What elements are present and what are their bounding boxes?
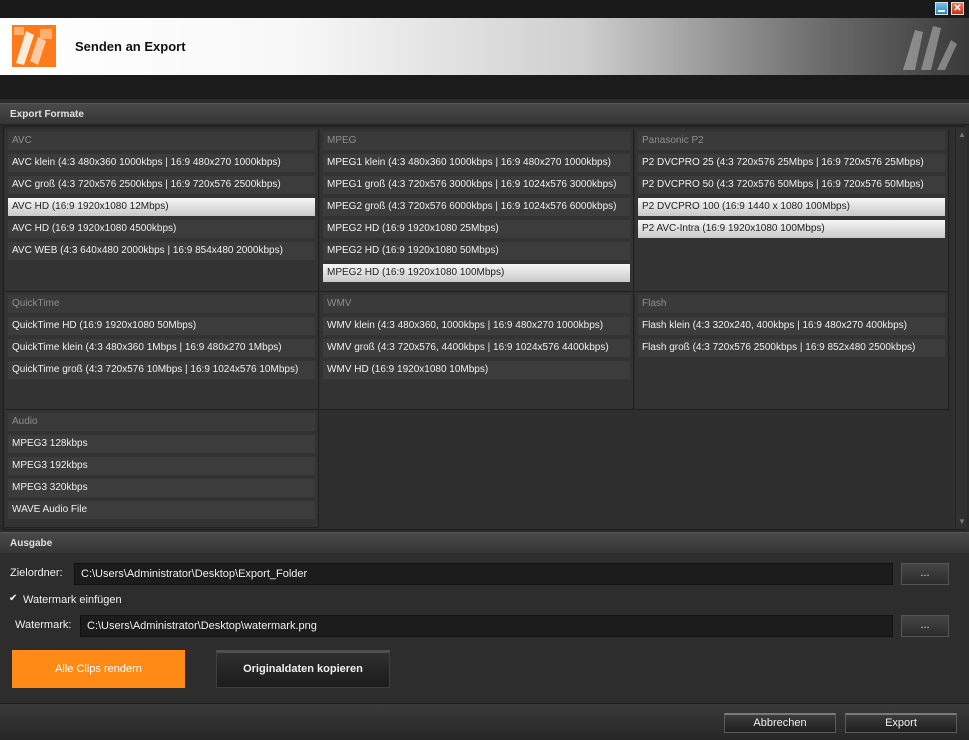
output-panel: Zielordner: C:\Users\Administrator\Deskt… [0,553,969,703]
format-item[interactable]: WMV HD (16:9 1920x1080 10Mbps) [323,361,630,379]
format-item[interactable]: Flash klein (4:3 320x240, 400kbps | 16:9… [638,317,945,335]
minimize-icon[interactable] [935,2,948,15]
format-item[interactable]: AVC klein (4:3 480x360 1000kbps | 16:9 4… [8,154,315,172]
group-mpeg: MPEG MPEG1 klein (4:3 480x360 1000kbps |… [320,129,634,292]
watermark-label: Watermark: [15,619,72,631]
app-logo-icon [12,25,56,67]
banner-decoration-icon [903,26,957,70]
format-item[interactable]: WMV klein (4:3 480x360, 1000kbps | 16:9 … [323,317,630,335]
group-header-avc: AVC [8,132,315,150]
format-item[interactable]: QuickTime HD (16:9 1920x1080 50Mbps) [8,317,315,335]
group-header-p2: Panasonic P2 [638,132,945,150]
header-banner: Senden an Export [0,18,969,75]
format-item[interactable]: WMV groß (4:3 720x576, 4400kbps | 16:9 1… [323,339,630,357]
formats-scrollbar[interactable]: ▲ ▼ [955,127,967,529]
group-quicktime: QuickTime QuickTime HD (16:9 1920x1080 5… [5,292,319,410]
format-item[interactable]: MPEG1 klein (4:3 480x360 1000kbps | 16:9… [323,154,630,172]
watermark-checkbox-label[interactable]: Watermark einfügen [23,594,122,606]
format-item[interactable]: MPEG3 320kbps [8,479,315,497]
group-header-wmv: WMV [323,295,630,313]
format-item[interactable]: QuickTime klein (4:3 480x360 1Mbps | 16:… [8,339,315,357]
target-folder-label: Zielordner: [10,567,63,579]
checkbox-icon[interactable]: ✔ [9,594,20,605]
scroll-down-icon[interactable]: ▼ [958,517,966,526]
group-panasonic-p2: Panasonic P2 P2 DVCPRO 25 (4:3 720x576 2… [635,129,949,292]
format-item[interactable]: MPEG2 HD (16:9 1920x1080 100Mbps) [323,264,630,282]
format-item[interactable]: MPEG2 groß (4:3 720x576 6000kbps | 16:9 … [323,198,630,216]
dialog-footer: Abbrechen Export [0,703,969,740]
export-button[interactable]: Export [845,713,957,733]
format-item[interactable]: P2 DVCPRO 100 (16:9 1440 x 1080 100Mbps) [638,198,945,216]
format-item[interactable]: P2 DVCPRO 25 (4:3 720x576 25Mbps | 16:9 … [638,154,945,172]
cancel-button[interactable]: Abbrechen [724,713,836,733]
window-title: Senden an Export [75,39,186,54]
title-bar: ✕ [0,0,969,18]
format-item[interactable]: WAVE Audio File [8,501,315,519]
copy-original-data-button[interactable]: Originaldaten kopieren [216,650,390,688]
format-item[interactable]: MPEG3 128kbps [8,435,315,453]
output-header: Ausgabe [0,532,969,554]
scroll-up-icon[interactable]: ▲ [958,130,966,139]
watermark-input[interactable]: C:\Users\Administrator\Desktop\watermark… [80,615,893,637]
format-item[interactable]: Flash groß (4:3 720x576 2500kbps | 16:9 … [638,339,945,357]
separator-band [0,75,969,99]
export-formats-header: Export Formate [0,103,969,125]
format-item[interactable]: AVC HD (16:9 1920x1080 4500kbps) [8,220,315,238]
format-item[interactable]: QuickTime groß (4:3 720x576 10Mbps | 16:… [8,361,315,379]
group-wmv: WMV WMV klein (4:3 480x360, 1000kbps | 1… [320,292,634,410]
group-avc: AVC AVC klein (4:3 480x360 1000kbps | 16… [5,129,319,292]
group-header-flash: Flash [638,295,945,313]
format-item[interactable]: MPEG3 192kbps [8,457,315,475]
group-audio: Audio MPEG3 128kbps MPEG3 192kbps MPEG3 … [5,410,319,528]
formats-grid: AVC AVC klein (4:3 480x360 1000kbps | 16… [3,126,967,530]
group-flash: Flash Flash klein (4:3 320x240, 400kbps … [635,292,949,410]
format-item[interactable]: P2 DVCPRO 50 (4:3 720x576 50Mbps | 16:9 … [638,176,945,194]
format-item[interactable]: AVC WEB (4:3 640x480 2000kbps | 16:9 854… [8,242,315,260]
format-item[interactable]: AVC groß (4:3 720x576 2500kbps | 16:9 72… [8,176,315,194]
format-item[interactable]: P2 AVC-Intra (16:9 1920x1080 100Mbps) [638,220,945,238]
group-header-audio: Audio [8,413,315,431]
group-header-mpeg: MPEG [323,132,630,150]
group-header-quicktime: QuickTime [8,295,315,313]
format-item[interactable]: AVC HD (16:9 1920x1080 12Mbps) [8,198,315,216]
format-item[interactable]: MPEG2 HD (16:9 1920x1080 50Mbps) [323,242,630,260]
browse-watermark-button[interactable]: ... [901,615,949,637]
target-folder-input[interactable]: C:\Users\Administrator\Desktop\Export_Fo… [74,563,893,585]
browse-target-folder-button[interactable]: ... [901,563,949,585]
format-item[interactable]: MPEG2 HD (16:9 1920x1080 25Mbps) [323,220,630,238]
render-all-clips-button[interactable]: Alle Clips rendern [12,650,185,688]
format-item[interactable]: MPEG1 groß (4:3 720x576 3000kbps | 16:9 … [323,176,630,194]
close-icon[interactable]: ✕ [951,2,964,15]
